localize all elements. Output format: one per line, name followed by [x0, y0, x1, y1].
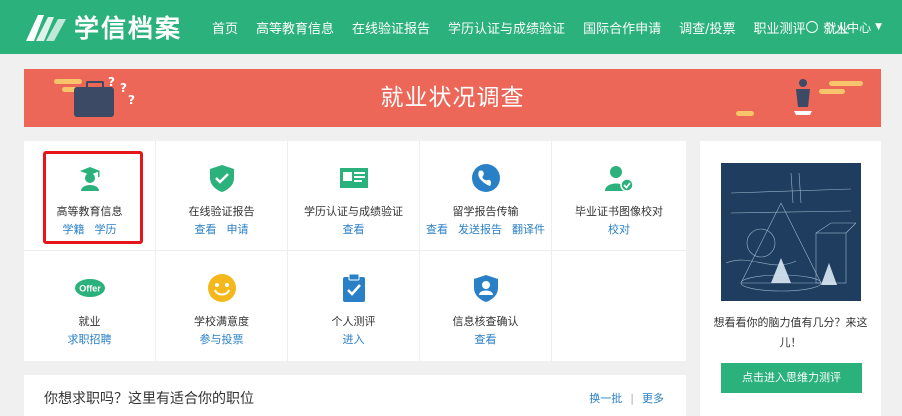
globe-icon	[471, 164, 500, 192]
link-vote[interactable]: 参与投票	[200, 333, 244, 346]
cloud-decoration-icon	[819, 89, 845, 94]
service-title: 留学报告传输	[452, 205, 519, 218]
banner-title: 就业状况调查	[380, 85, 525, 111]
link-enter[interactable]: 进入	[343, 333, 365, 346]
link-translation[interactable]: 翻译件	[512, 223, 545, 236]
user-center-label: 个人中心	[823, 20, 872, 35]
service-personal-assessment[interactable]: 个人测评 进入	[288, 251, 420, 361]
service-title: 毕业证书图像校对	[575, 205, 663, 218]
jobs-title: 你想求职吗？这里有适合你的职位	[44, 391, 254, 407]
cloud-decoration-icon	[736, 111, 754, 116]
smiley-icon	[207, 274, 236, 302]
top-navbar: 学信档案 首页 高等教育信息 在线验证报告 学历认证与成绩验证 国际合作申请 调…	[0, 0, 902, 54]
thinking-test-ad: 想看看你的脑力值有几分？来这儿！ 点击进入思维力测评	[700, 141, 881, 416]
service-diploma-check[interactable]: 毕业证书图像校对 校对	[552, 141, 686, 251]
service-links: 求职招聘	[24, 331, 155, 347]
nav-item-online-verification[interactable]: 在线验证报告	[352, 18, 430, 37]
link-view[interactable]: 查看	[475, 333, 497, 346]
service-study-abroad-report[interactable]: 留学报告传输 查看 发送报告 翻译件	[420, 141, 552, 251]
start-test-button[interactable]: 点击进入思维力测评	[721, 363, 862, 393]
cloud-decoration-icon	[829, 81, 863, 86]
nav-item-survey[interactable]: 调查/投票	[679, 18, 735, 37]
service-links: 查看 发送报告 翻译件	[420, 221, 551, 237]
separator: |	[630, 392, 634, 405]
service-links: 校对	[552, 221, 686, 237]
nav-item-degree-certification[interactable]: 学历认证与成绩验证	[448, 18, 565, 37]
service-links: 参与投票	[156, 331, 287, 347]
jobs-actions: 换一批 | 更多	[589, 390, 664, 406]
user-check-icon	[605, 166, 634, 192]
link-view[interactable]: 查看	[426, 223, 448, 236]
service-links: 查看	[288, 221, 419, 237]
brand-logo-icon	[26, 15, 66, 41]
main-nav: 首页 高等教育信息 在线验证报告 学历认证与成绩验证 国际合作申请 调查/投票 …	[212, 0, 868, 54]
user-center-menu[interactable]: 个人中心 ▼	[806, 0, 882, 54]
shield-user-icon	[473, 275, 498, 302]
service-school-satisfaction[interactable]: 学校满意度 参与投票	[156, 251, 288, 361]
brand-name: 学信档案	[74, 14, 183, 43]
service-title: 信息核查确认	[452, 315, 519, 328]
nav-item-career-test[interactable]: 职业测评	[753, 18, 805, 37]
graduate-figure-icon	[794, 79, 812, 115]
highlight-box	[43, 151, 143, 244]
nav-item-home[interactable]: 首页	[212, 18, 238, 37]
shield-check-icon	[209, 165, 234, 192]
service-info-verification[interactable]: 信息核查确认 查看	[420, 251, 552, 361]
service-links: 进入	[288, 331, 419, 347]
link-send-report[interactable]: 发送报告	[458, 223, 502, 236]
service-title: 在线验证报告	[188, 205, 255, 218]
ad-caption: 想看看你的脑力值有几分？来这儿！	[713, 316, 868, 349]
refresh-link[interactable]: 换一批	[589, 392, 622, 405]
nav-item-higher-education[interactable]: 高等教育信息	[256, 18, 334, 37]
geometry-illustration-icon	[721, 163, 861, 301]
user-icon	[806, 21, 819, 33]
certificate-icon	[339, 168, 368, 188]
service-links: 查看 申请	[156, 221, 287, 237]
link-proofread[interactable]: 校对	[608, 223, 630, 236]
service-employment[interactable]: Offer 就业 求职招聘	[24, 251, 156, 361]
service-links: 查看	[420, 331, 551, 347]
brand-logo[interactable]: 学信档案	[22, 9, 182, 45]
service-title: 学校满意度	[194, 315, 249, 328]
service-title: 就业	[78, 315, 101, 328]
chevron-down-icon: ▼	[875, 22, 882, 32]
survey-banner[interactable]: ? ? ? 就业状况调查	[24, 69, 881, 127]
service-title: 学历认证与成绩验证	[304, 205, 403, 218]
link-apply[interactable]: 申请	[227, 223, 249, 236]
offer-icon: Offer	[74, 279, 105, 297]
service-title: 个人测评	[331, 315, 376, 328]
service-online-verification[interactable]: 在线验证报告 查看 申请	[156, 141, 288, 251]
service-degree-certification[interactable]: 学历认证与成绩验证 查看	[288, 141, 420, 251]
nav-item-international[interactable]: 国际合作申请	[583, 18, 661, 37]
link-view[interactable]: 查看	[343, 223, 365, 236]
jobs-card: 你想求职吗？这里有适合你的职位 换一批 | 更多	[24, 375, 686, 416]
clipboard-check-icon	[342, 273, 365, 302]
ad-image[interactable]	[721, 163, 861, 301]
more-link[interactable]: 更多	[642, 392, 664, 405]
link-view[interactable]: 查看	[195, 223, 217, 236]
offer-badge-text: Offer	[79, 284, 101, 294]
link-job-search[interactable]: 求职招聘	[68, 333, 112, 346]
